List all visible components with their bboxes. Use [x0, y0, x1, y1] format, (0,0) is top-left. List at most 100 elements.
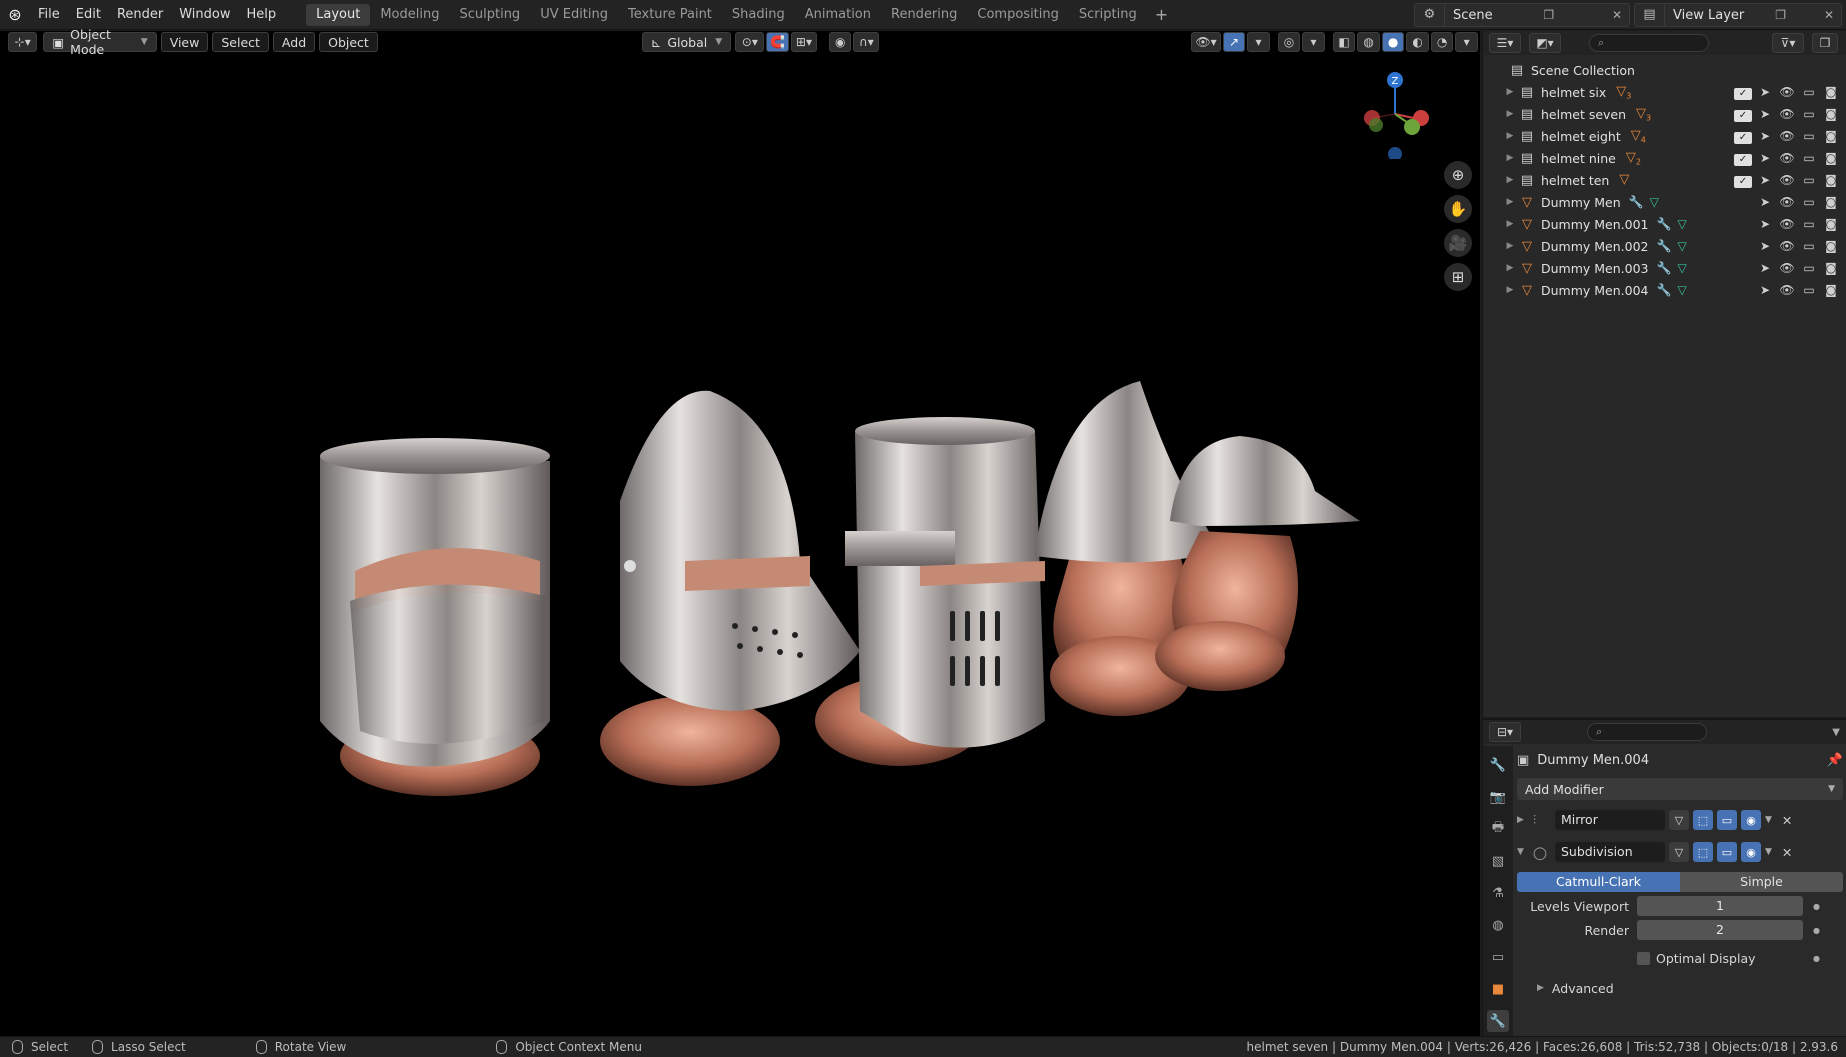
expand-arrow-icon[interactable]: ▶ — [1503, 109, 1517, 119]
eye-icon[interactable]: 👁 — [1778, 217, 1796, 231]
monitor-icon[interactable]: ▭ — [1800, 129, 1818, 144]
advanced-panel-header[interactable]: ▶ Advanced — [1517, 978, 1843, 998]
outliner-row-dummy-men[interactable]: ▶ ▽ Dummy Men 🔧 ▽ ➤ 👁 ▭ ◙ — [1483, 191, 1846, 213]
remove-modifier-icon[interactable]: ✕ — [1782, 845, 1792, 860]
output-tab-icon[interactable]: 🖶 — [1487, 818, 1509, 840]
eye-icon[interactable]: 👁 — [1778, 239, 1796, 253]
eye-icon[interactable]: 👁 — [1778, 261, 1796, 275]
outliner-row-helmet-ten[interactable]: ▶ ▤ helmet ten ▽ ✓ ➤ 👁 ▭ ◙ — [1483, 169, 1846, 191]
monitor-icon[interactable]: ▭ — [1800, 217, 1818, 231]
outliner-row-helmet-six[interactable]: ▶ ▤ helmet six ▽3 ✓ ➤ 👁 ▭ ◙ — [1483, 81, 1846, 103]
pin-icon[interactable]: 📌 — [1827, 753, 1843, 768]
helmet-ten-model[interactable] — [1155, 436, 1360, 691]
world-tab-icon[interactable]: ◍ — [1487, 914, 1509, 936]
edit-mode-icon[interactable]: ⬚ — [1693, 842, 1713, 862]
camera-icon[interactable]: ◙ — [1822, 85, 1840, 100]
proportional-editing-icon[interactable]: ◉ — [828, 32, 852, 52]
outliner-row-helmet-eight[interactable]: ▶ ▤ helmet eight ▽4 ✓ ➤ 👁 ▭ ◙ — [1483, 125, 1846, 147]
render-display-icon[interactable]: ◉ — [1741, 810, 1761, 830]
modifier-icon[interactable]: 🔧 — [1657, 261, 1672, 275]
scene-tab-icon[interactable]: ⚗ — [1487, 882, 1509, 904]
view-layer-name[interactable]: View Layer — [1665, 8, 1744, 23]
eye-icon[interactable]: 👁 — [1778, 151, 1796, 166]
exclude-checkbox-icon[interactable]: ✓ — [1734, 129, 1752, 144]
camera-view-icon[interactable]: 🎥 — [1444, 229, 1472, 257]
mesh-data-icon[interactable]: ▽ — [1677, 239, 1686, 253]
outliner-row-helmet-seven[interactable]: ▶ ▤ helmet seven ▽3 ✓ ➤ 👁 ▭ ◙ — [1483, 103, 1846, 125]
scene-selector[interactable]: ⚙ Scene ❐ ✕ — [1414, 3, 1630, 27]
mesh-data-icon[interactable]: ▽ — [1677, 283, 1686, 297]
delete-view-layer-icon[interactable]: ✕ — [1817, 8, 1841, 22]
blender-logo-icon[interactable]: ⊛ — [0, 0, 30, 30]
tab-layout[interactable]: Layout — [306, 3, 371, 26]
gizmo-toggle-icon[interactable]: ↗ — [1222, 32, 1246, 52]
material-shading-icon[interactable]: ◐ — [1406, 32, 1429, 52]
viewport-display-icon[interactable]: ▭ — [1717, 842, 1737, 862]
editor-type-icon[interactable]: ⊹▾ — [8, 32, 38, 52]
eye-icon[interactable]: 👁 — [1778, 173, 1796, 188]
mode-dropdown[interactable]: ▣ Object Mode ▼ — [43, 27, 157, 57]
new-view-layer-icon[interactable]: ❐ — [1769, 8, 1793, 22]
helmet-six-model[interactable] — [320, 438, 550, 796]
eye-icon[interactable]: 👁 — [1778, 107, 1796, 122]
subdivision-name-field[interactable]: Subdivision — [1555, 842, 1665, 862]
eye-icon[interactable]: 👁 — [1778, 129, 1796, 144]
monitor-icon[interactable]: ▭ — [1800, 173, 1818, 188]
overlays-icon[interactable]: ◎ — [1277, 32, 1301, 52]
tab-texture-paint[interactable]: Texture Paint — [618, 4, 722, 26]
camera-icon[interactable]: ◙ — [1822, 261, 1840, 275]
view-layer-selector[interactable]: ▤ View Layer ❐ ✕ — [1634, 3, 1842, 27]
mesh-data-icon[interactable]: ▽ — [1677, 261, 1686, 275]
monitor-icon[interactable]: ▭ — [1800, 261, 1818, 275]
keyframe-dot-icon[interactable]: ● — [1813, 926, 1820, 935]
tab-shading[interactable]: Shading — [722, 4, 795, 26]
pan-hand-icon[interactable]: ✋ — [1444, 195, 1472, 223]
selectable-icon[interactable]: ➤ — [1756, 129, 1774, 144]
chevron-down-icon[interactable]: ▼ — [1832, 727, 1840, 738]
keyframe-dot-icon[interactable]: ● — [1813, 954, 1820, 963]
collection-tab-icon[interactable]: ▭ — [1487, 946, 1509, 968]
exclude-checkbox-icon[interactable]: ✓ — [1734, 85, 1752, 100]
camera-icon[interactable]: ◙ — [1822, 239, 1840, 253]
delete-scene-icon[interactable]: ✕ — [1605, 8, 1629, 22]
helmets-scene[interactable] — [300, 361, 1400, 841]
keyframe-dot-icon[interactable]: ● — [1813, 902, 1820, 911]
tab-uv-editing[interactable]: UV Editing — [530, 4, 618, 26]
expand-arrow-icon[interactable]: ▶ — [1503, 153, 1517, 163]
perspective-grid-icon[interactable]: ⊞ — [1444, 263, 1472, 291]
add-menu[interactable]: Add — [272, 32, 316, 52]
outliner-row-dummy-men-003[interactable]: ▶ ▽ Dummy Men.003 🔧 ▽ ➤ 👁 ▭ ◙ — [1483, 257, 1846, 279]
expand-arrow-icon[interactable]: ▶ — [1503, 241, 1517, 251]
new-scene-icon[interactable]: ❐ — [1537, 8, 1561, 22]
neg-y-axis-icon[interactable] — [1369, 118, 1383, 132]
selectable-icon[interactable]: ➤ — [1756, 85, 1774, 100]
expand-arrow-icon[interactable]: ▶ — [1503, 285, 1517, 295]
camera-icon[interactable]: ◙ — [1822, 151, 1840, 166]
object-menu[interactable]: Object — [319, 32, 378, 52]
scene-collection-row[interactable]: ▤ Scene Collection — [1483, 59, 1846, 81]
menu-file[interactable]: File — [30, 4, 68, 26]
camera-icon[interactable]: ◙ — [1822, 195, 1840, 209]
outliner-row-dummy-men-004[interactable]: ▶ ▽ Dummy Men.004 🔧 ▽ ➤ 👁 ▭ ◙ — [1483, 279, 1846, 301]
visibility-icon[interactable]: 👁▾ — [1191, 32, 1221, 52]
collapse-arrow-icon[interactable]: ▼ — [1517, 847, 1529, 857]
outliner-row-helmet-nine[interactable]: ▶ ▤ helmet nine ▽2 ✓ ➤ 👁 ▭ ◙ — [1483, 147, 1846, 169]
filter-icon[interactable]: ⊽▾ — [1772, 33, 1804, 53]
camera-icon[interactable]: ◙ — [1822, 217, 1840, 231]
expand-arrow-icon[interactable]: ▶ — [1517, 815, 1529, 825]
menu-window[interactable]: Window — [171, 4, 238, 26]
chevron-down-icon[interactable]: ▼ — [1765, 815, 1772, 825]
object-tab-icon[interactable]: ■ — [1487, 978, 1509, 1000]
tab-scripting[interactable]: Scripting — [1069, 4, 1147, 26]
shading-menu-icon[interactable]: ▾ — [1455, 32, 1478, 52]
falloff-icon[interactable]: ∩▾ — [853, 32, 880, 52]
menu-edit[interactable]: Edit — [68, 4, 109, 26]
eye-icon[interactable]: 👁 — [1778, 85, 1796, 100]
3d-viewport[interactable]: ⊹▾ ▣ Object Mode ▼ View Select Add Object… — [0, 27, 1480, 1036]
expand-arrow-icon[interactable]: ▶ — [1503, 263, 1517, 273]
modifier-tab-icon[interactable]: 🔧 — [1487, 1010, 1509, 1032]
selectable-icon[interactable]: ➤ — [1756, 239, 1774, 253]
outliner-row-dummy-men-002[interactable]: ▶ ▽ Dummy Men.002 🔧 ▽ ➤ 👁 ▭ ◙ — [1483, 235, 1846, 257]
gizmo-menu-icon[interactable]: ▾ — [1247, 32, 1270, 52]
new-collection-icon[interactable]: ❐ — [1812, 33, 1838, 53]
